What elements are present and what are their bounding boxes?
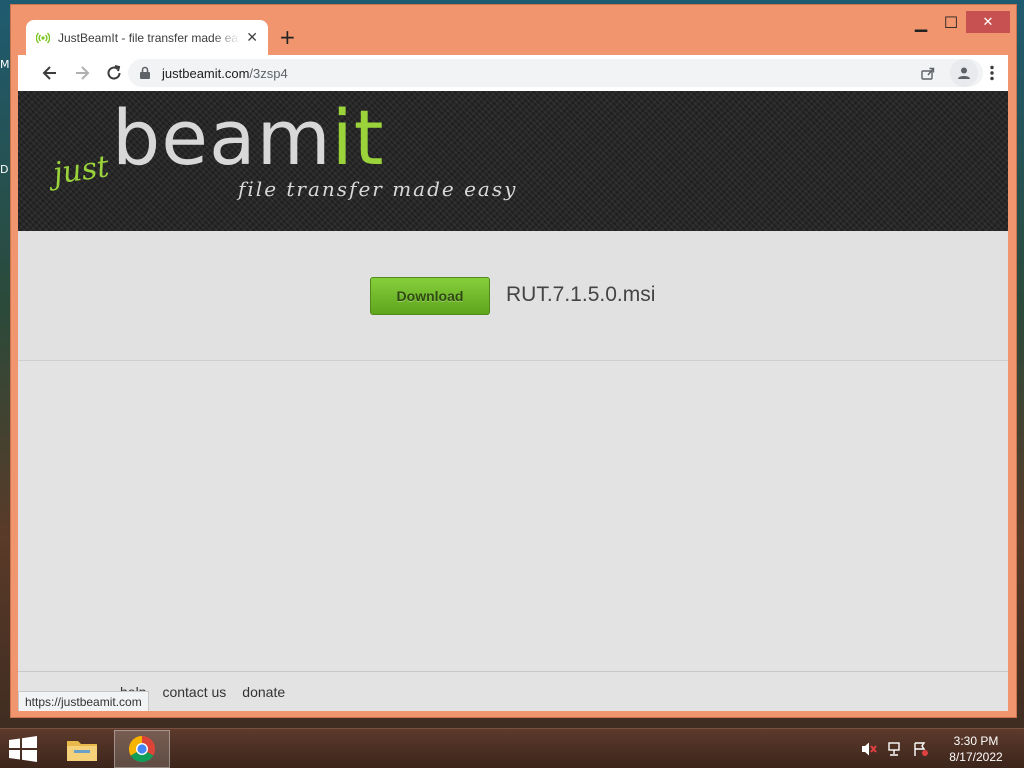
taskbar-chrome[interactable] xyxy=(114,730,170,768)
web-page: just beamit file transfer made easy Down… xyxy=(18,91,1008,711)
profile-button[interactable] xyxy=(950,59,978,87)
system-tray: 3:30 PM 8/17/2022 xyxy=(858,729,1024,768)
address-bar[interactable]: justbeamit.com/3zsp4 xyxy=(128,59,983,87)
url-path: /3zsp4 xyxy=(249,65,288,81)
window-controls: ▁ ☐ ✕ xyxy=(906,11,1010,33)
volume-muted-icon xyxy=(862,742,877,756)
windows-start-icon[interactable] xyxy=(8,736,38,762)
logo-just: just xyxy=(50,149,112,192)
network-button[interactable] xyxy=(884,740,906,758)
forward-button[interactable] xyxy=(66,57,98,89)
reload-button[interactable] xyxy=(98,57,130,89)
url-host: justbeamit.com xyxy=(162,65,250,81)
clock-time: 3:30 PM xyxy=(953,734,999,748)
signal-icon xyxy=(36,32,50,43)
link-status-bubble: https://justbeamit.com xyxy=(18,691,149,711)
logo-beam: beam xyxy=(112,93,332,182)
footer-link-contact-us[interactable]: contact us xyxy=(162,684,226,700)
site-header: just beamit file transfer made easy xyxy=(18,91,1008,231)
menu-button[interactable] xyxy=(982,61,1002,85)
volume-button[interactable] xyxy=(858,740,880,758)
logo-it: it xyxy=(331,93,385,182)
desktop-edge-glyph: D xyxy=(0,163,9,176)
maximize-button[interactable]: ☐ xyxy=(936,11,966,33)
kebab-menu-icon xyxy=(990,65,994,81)
arrow-right-icon xyxy=(76,66,90,80)
flag-alert-icon xyxy=(914,742,928,756)
reload-icon xyxy=(107,65,121,80)
browser-window: ▁ ☐ ✕ JustBeamIt - file transfer made ea… xyxy=(10,4,1017,718)
share-button[interactable] xyxy=(915,60,941,86)
footer-link-donate[interactable]: donate xyxy=(242,684,285,700)
download-section: Download RUT.7.1.5.0.msi xyxy=(18,231,1008,361)
action-center-button[interactable] xyxy=(910,740,932,758)
logo-tagline: file transfer made easy xyxy=(238,177,518,201)
site-footer: help contact us donate xyxy=(18,671,1008,711)
logo-wordmark: beamit xyxy=(112,93,385,182)
lock-icon xyxy=(140,66,150,79)
clock-date: 8/17/2022 xyxy=(949,750,1003,764)
download-button[interactable]: Download xyxy=(370,277,490,315)
url-text[interactable]: justbeamit.com/3zsp4 xyxy=(162,66,909,81)
desktop-edge-glyph: M xyxy=(0,58,10,71)
share-icon xyxy=(921,67,935,80)
taskbar-file-explorer[interactable] xyxy=(54,730,110,768)
minimize-button[interactable]: ▁ xyxy=(906,11,936,33)
clock[interactable]: 3:30 PM 8/17/2022 xyxy=(936,733,1016,765)
new-tab-button[interactable]: + xyxy=(279,25,296,49)
back-button[interactable] xyxy=(34,57,66,89)
person-icon xyxy=(958,67,970,79)
close-window-button[interactable]: ✕ xyxy=(966,11,1010,33)
file-name: RUT.7.1.5.0.msi xyxy=(506,283,656,306)
taskbar: 3:30 PM 8/17/2022 xyxy=(0,728,1024,768)
chrome-icon xyxy=(128,735,156,763)
browser-tab[interactable]: JustBeamIt - file transfer made easy ✕ xyxy=(26,20,268,55)
browser-toolbar: justbeamit.com/3zsp4 xyxy=(18,55,1008,91)
file-explorer-icon xyxy=(67,741,97,761)
arrow-left-icon xyxy=(42,66,56,80)
network-icon xyxy=(888,742,900,756)
close-icon[interactable]: ✕ xyxy=(246,30,258,46)
tab-title: JustBeamIt - file transfer made easy xyxy=(58,30,241,45)
